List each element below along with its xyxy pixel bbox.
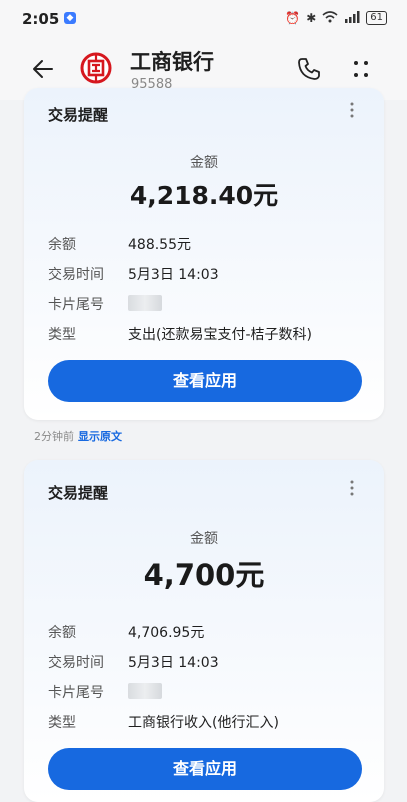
balance-value: 488.55元 [128,237,191,253]
signal-icon [344,10,360,26]
message-timestamp: 2分钟前 显示原文 [34,428,122,444]
row-label: 交易时间 [48,267,104,283]
amount-label: 金额 [190,155,218,171]
amount-value: 4,218.40元 [129,181,279,210]
transaction-card: 交易提醒 金额 4,218.40元 余额 488.55元 交易时间 5月3日 1… [24,88,384,420]
battery-icon: 61 [366,11,387,25]
back-arrow-icon[interactable] [30,56,56,82]
view-app-button[interactable]: 查看应用 [48,360,362,402]
masked-card-number [128,683,162,699]
amount-label: 金额 [190,531,218,547]
row-label: 卡片尾号 [48,297,104,313]
row-label: 交易时间 [48,655,104,671]
icbc-logo-icon [80,52,112,84]
transaction-type-value: 工商银行收入(他行汇入) [128,715,279,731]
row-label: 卡片尾号 [48,685,104,701]
view-app-button[interactable]: 查看应用 [48,748,362,790]
bank-name: 工商银行 [130,50,214,74]
alarm-icon: ⏰ [285,11,301,25]
card-more-icon[interactable] [350,480,354,496]
wifi-icon [322,10,338,26]
timestamp-text: 2分钟前 [34,430,74,443]
card-title: 交易提醒 [48,106,109,124]
more-options-icon[interactable] [350,56,372,82]
status-time: 2:05 [22,10,60,28]
transaction-time-value: 5月3日 14:03 [128,655,219,671]
amount-value: 4,700元 [143,558,265,592]
row-label: 余额 [48,625,76,641]
bluetooth-icon: ✱ [306,11,317,25]
row-label: 余额 [48,237,76,253]
card-more-icon[interactable] [350,102,354,118]
phone-icon[interactable] [296,56,322,82]
transaction-time-value: 5月3日 14:03 [128,267,219,283]
masked-card-number [128,295,162,311]
transaction-type-value: 支出(还款易宝支付-桔子数科) [128,327,312,343]
status-icons: ⏰ ✱ 61 [285,10,387,26]
notification-badge-icon: ◆ [64,12,76,24]
row-label: 类型 [48,715,76,731]
card-title: 交易提醒 [48,484,109,502]
balance-value: 4,706.95元 [128,625,205,641]
transaction-card: 交易提醒 金额 4,700元 余额 4,706.95元 交易时间 5月3日 14… [24,460,384,802]
status-bar: 2:05 ◆ ⏰ ✱ 61 [0,0,407,36]
show-original-link[interactable]: 显示原文 [78,430,122,443]
row-label: 类型 [48,327,76,343]
